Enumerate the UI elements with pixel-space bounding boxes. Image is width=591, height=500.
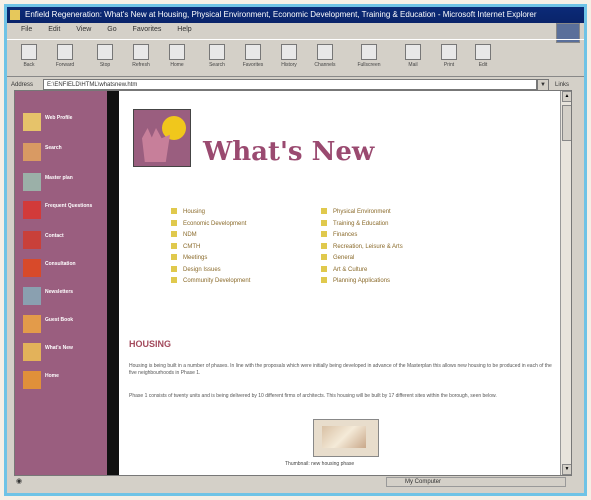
main-content: What's New Housing Economic Development … — [125, 91, 563, 475]
whats-new-logo — [133, 109, 191, 167]
link-community-development[interactable]: Community Development — [171, 276, 250, 288]
print-icon — [441, 44, 457, 60]
sidebar-item-consultation[interactable]: Consultation — [23, 257, 103, 279]
stop-icon — [97, 44, 113, 60]
paragraph: Phase 1 consists of twenty units and is … — [129, 393, 497, 399]
menu-file[interactable]: File — [21, 26, 32, 33]
link-housing[interactable]: Housing — [171, 207, 250, 219]
home-button[interactable]: Home — [163, 44, 191, 68]
sidebar-item-frequent-questions[interactable]: Frequent Questions — [23, 199, 103, 221]
channels-button[interactable]: Channels — [311, 44, 339, 68]
link-general[interactable]: General — [321, 253, 403, 265]
phone-icon — [23, 231, 41, 249]
home-nav-icon — [23, 371, 41, 389]
link-meetings[interactable]: Meetings — [171, 253, 250, 265]
link-economic-development[interactable]: Economic Development — [171, 219, 250, 231]
edit-icon — [475, 44, 491, 60]
link-physical-environment[interactable]: Physical Environment — [321, 207, 403, 219]
menu-view[interactable]: View — [76, 26, 91, 33]
fullscreen-icon — [361, 44, 377, 60]
forward-button[interactable]: Forward — [51, 44, 79, 68]
refresh-icon — [133, 44, 149, 60]
link-training-education[interactable]: Training & Education — [321, 219, 403, 231]
left-link-list: Housing Economic Development NDM CMTH Me… — [171, 207, 250, 288]
question-icon — [23, 201, 41, 219]
history-icon — [281, 44, 297, 60]
housing-thumbnail[interactable] — [313, 419, 379, 457]
mail-icon — [405, 44, 421, 60]
link-planning-applications[interactable]: Planning Applications — [321, 276, 403, 288]
sidebar-item-guest-book[interactable]: Guest Book — [23, 313, 103, 335]
menu-go[interactable]: Go — [107, 26, 116, 33]
refresh-button[interactable]: Refresh — [127, 44, 155, 68]
right-link-list: Physical Environment Training & Educatio… — [321, 207, 403, 288]
link-cmth[interactable]: CMTH — [171, 242, 250, 254]
search-button[interactable]: Search — [203, 44, 231, 68]
ie-icon — [10, 10, 20, 20]
toolbar: Back Forward Stop Refresh Home Search Fa… — [7, 39, 584, 77]
whats-new-icon — [23, 343, 41, 361]
newsletter-icon — [23, 287, 41, 305]
sidebar: Web Profile Search Master plan Frequent … — [15, 91, 107, 475]
home-icon — [169, 44, 185, 60]
sidebar-item-home[interactable]: Home — [23, 369, 103, 391]
zone-label: My Computer — [405, 479, 442, 485]
window-title: Enfield Regeneration: What's New at Hous… — [25, 10, 537, 19]
back-icon — [21, 44, 37, 60]
security-zone: My Computer — [386, 477, 566, 487]
sidebar-item-contact[interactable]: Contact — [23, 229, 103, 251]
link-ndm[interactable]: NDM — [171, 230, 250, 242]
sidebar-divider — [107, 91, 119, 475]
sidebar-item-whats-new[interactable]: What's New — [23, 341, 103, 363]
mail-button[interactable]: Mail — [399, 44, 427, 68]
sidebar-item-search[interactable]: Search — [23, 141, 103, 163]
title-bar: Enfield Regeneration: What's New at Hous… — [7, 7, 584, 23]
menu-bar: File Edit View Go Favorites Help — [7, 23, 584, 37]
scroll-down-icon[interactable]: ▼ — [562, 464, 571, 475]
stop-button[interactable]: Stop — [91, 44, 119, 68]
fullscreen-button[interactable]: Fullscreen — [355, 44, 383, 68]
image-caption: Thumbnail: new housing phase — [285, 461, 355, 467]
forward-icon — [57, 44, 73, 60]
link-design-issues[interactable]: Design Issues — [171, 265, 250, 277]
link-art-culture[interactable]: Art & Culture — [321, 265, 403, 277]
sidebar-item-newsletters[interactable]: Newsletters — [23, 285, 103, 307]
favorites-button[interactable]: Favorites — [239, 44, 267, 68]
link-recreation[interactable]: Recreation, Leisure & Arts — [321, 242, 403, 254]
guest-book-icon — [23, 315, 41, 333]
channels-icon — [317, 44, 333, 60]
master-plan-icon — [23, 173, 41, 191]
print-button[interactable]: Print — [435, 44, 463, 68]
web-profile-icon — [23, 113, 41, 131]
history-button[interactable]: History — [275, 44, 303, 68]
vertical-scrollbar[interactable]: ▲ ▼ — [560, 91, 571, 475]
section-heading: HOUSING — [129, 339, 172, 349]
menu-favorites[interactable]: Favorites — [133, 26, 162, 33]
back-button[interactable]: Back — [15, 44, 43, 68]
sidebar-item-web-profile[interactable]: Web Profile — [23, 111, 103, 133]
page-status-icon: ◉ — [16, 478, 23, 485]
menu-help[interactable]: Help — [177, 26, 191, 33]
sun-icon — [162, 116, 186, 140]
menu-edit[interactable]: Edit — [48, 26, 60, 33]
address-input[interactable]: E:\ENFIELD\HTML\whatsnew.htm — [43, 79, 537, 90]
search-nav-icon — [23, 143, 41, 161]
search-icon — [209, 44, 225, 60]
scroll-up-icon[interactable]: ▲ — [562, 91, 571, 102]
link-finances[interactable]: Finances — [321, 230, 403, 242]
page-title: What's New — [203, 137, 375, 167]
favorites-icon — [245, 44, 261, 60]
page-viewport: Web Profile Search Master plan Frequent … — [14, 90, 572, 476]
sidebar-item-master-plan[interactable]: Master plan — [23, 171, 103, 193]
scroll-thumb[interactable] — [562, 105, 571, 141]
consultation-icon — [23, 259, 41, 277]
status-bar: ◉ My Computer — [14, 476, 570, 488]
paragraph: Housing is being built in a number of ph… — [129, 363, 552, 376]
edit-button[interactable]: Edit — [469, 44, 497, 68]
